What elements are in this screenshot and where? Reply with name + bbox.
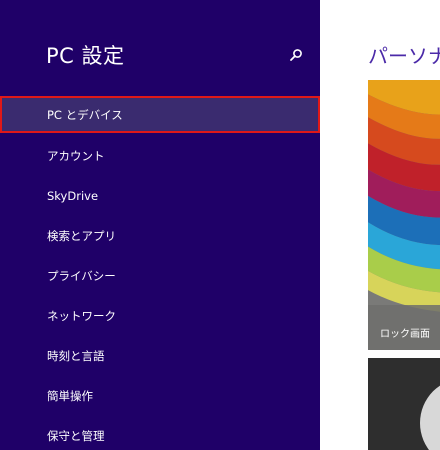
sidebar-item-time-language[interactable]: 時刻と言語 xyxy=(0,336,320,376)
sidebar-item-ease-of-access[interactable]: 簡単操作 xyxy=(0,376,320,416)
sidebar-item-pc-devices[interactable]: PC とデバイス xyxy=(0,96,320,133)
sidebar-item-label: 簡単操作 xyxy=(47,389,93,403)
settings-nav: PC とデバイス アカウント SkyDrive 検索とアプリ プライバシー ネッ… xyxy=(0,96,320,450)
account-picture-tile[interactable] xyxy=(368,358,440,450)
sidebar-item-label: PC とデバイス xyxy=(47,107,123,122)
lock-screen-image xyxy=(368,80,440,350)
main-content: パーソナラ ロック画面 xyxy=(320,0,440,450)
sidebar-item-label: アカウント xyxy=(47,149,105,163)
sidebar-item-privacy[interactable]: プライバシー xyxy=(0,256,320,296)
sidebar-item-accounts[interactable]: アカウント xyxy=(0,136,320,176)
lock-screen-label: ロック画面 xyxy=(380,329,430,340)
sidebar-item-label: SkyDrive xyxy=(47,189,99,203)
sidebar-item-label: ネットワーク xyxy=(47,309,116,323)
page-title: パーソナラ xyxy=(368,44,440,68)
sidebar-item-search-apps[interactable]: 検索とアプリ xyxy=(0,216,320,256)
search-icon[interactable] xyxy=(289,47,303,61)
sidebar-item-update-recovery[interactable]: 保守と管理 xyxy=(0,416,320,450)
sidebar-item-label: 保守と管理 xyxy=(47,429,105,443)
sidebar-item-skydrive[interactable]: SkyDrive xyxy=(0,176,320,216)
sidebar-title: PC 設定 xyxy=(46,44,125,68)
sidebar-item-label: 検索とアプリ xyxy=(47,229,116,243)
sidebar-item-label: 時刻と言語 xyxy=(47,349,105,363)
avatar xyxy=(420,378,440,450)
sidebar-item-label: プライバシー xyxy=(47,269,116,283)
sidebar-item-network[interactable]: ネットワーク xyxy=(0,296,320,336)
settings-sidebar: PC 設定 PC とデバイス アカウント SkyDrive 検索とアプリ プライ… xyxy=(0,0,320,450)
lock-screen-tile[interactable]: ロック画面 xyxy=(368,80,440,350)
